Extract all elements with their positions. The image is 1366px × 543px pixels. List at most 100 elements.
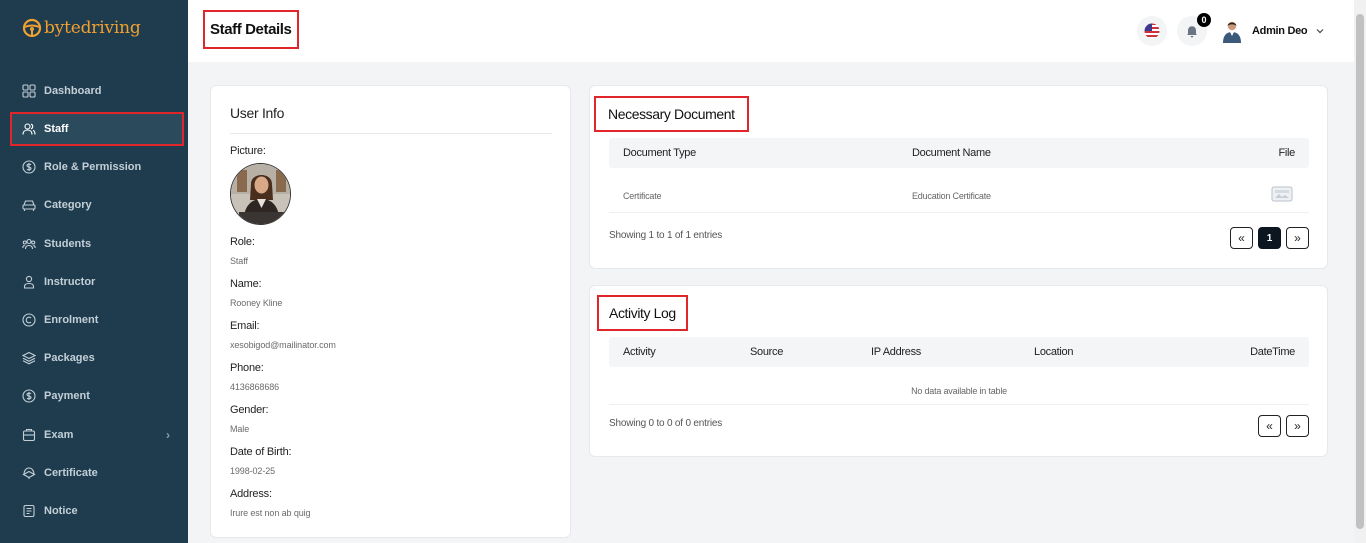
address-value: Irure est non ab quig xyxy=(230,508,311,518)
sidebar-item-label: Packages xyxy=(44,352,95,365)
column-file[interactable]: File xyxy=(1278,138,1295,168)
dob-label: Date of Birth: xyxy=(230,446,292,458)
gender-label: Gender: xyxy=(230,404,269,416)
user-name: Admin Deo xyxy=(1252,25,1308,37)
sidebar-nav: Dashboard Staff Role & Permission Catego… xyxy=(10,72,184,530)
document-type-cell: Certificate xyxy=(623,191,662,201)
sidebar-item-dashboard[interactable]: Dashboard xyxy=(10,72,184,110)
exam-icon xyxy=(22,428,36,441)
bell-icon xyxy=(1187,26,1197,38)
pagination-page-1[interactable]: 1 xyxy=(1258,227,1281,249)
empty-table-message: No data available in table xyxy=(911,386,1007,396)
gender-value: Male xyxy=(230,424,250,434)
certificate-icon xyxy=(22,467,36,479)
name-label: Name: xyxy=(230,278,262,290)
sidebar-item-label: Enrolment xyxy=(44,314,99,327)
name-value: Rooney Kline xyxy=(230,298,283,308)
chevron-right-icon: › xyxy=(166,427,170,442)
phone-label: Phone: xyxy=(230,362,264,374)
notification-count-badge: 0 xyxy=(1197,13,1211,27)
document-image-icon[interactable] xyxy=(1271,186,1293,202)
sidebar-item-enrolment[interactable]: Enrolment xyxy=(10,301,184,339)
document-table-header: Document Type Document Name File xyxy=(609,138,1309,168)
car-icon xyxy=(22,200,36,212)
page-title: Staff Details xyxy=(203,10,299,49)
copyright-icon xyxy=(22,313,36,327)
profile-picture xyxy=(230,163,291,225)
chevron-down-icon xyxy=(1316,29,1324,34)
sidebar-item-label: Instructor xyxy=(44,275,96,288)
activity-entries-info: Showing 0 to 0 of 0 entries xyxy=(609,418,723,429)
sidebar-item-exam[interactable]: Exam › xyxy=(10,416,184,454)
dollar-icon xyxy=(22,160,36,174)
users-icon xyxy=(22,123,36,135)
steering-wheel-icon xyxy=(22,18,42,38)
sidebar-item-payment[interactable]: Payment xyxy=(10,377,184,415)
page-scrollbar[interactable] xyxy=(1354,0,1366,543)
phone-value: 4136868686 xyxy=(230,382,280,392)
sidebar-item-label: Staff xyxy=(44,123,69,136)
column-document-type[interactable]: Document Type xyxy=(623,138,696,168)
language-button[interactable] xyxy=(1137,16,1167,46)
necessary-document-title: Necessary Document xyxy=(594,96,749,132)
necessary-document-card: Necessary Document Document Type Documen… xyxy=(589,85,1328,269)
us-flag-icon xyxy=(1144,23,1160,39)
user-info-card: User Info Picture: Role: Staff Name: Roo… xyxy=(210,85,571,538)
sidebar-item-label: Dashboard xyxy=(44,85,102,98)
dollar-icon xyxy=(22,389,36,403)
column-activity[interactable]: Activity xyxy=(623,337,656,367)
sidebar-item-staff[interactable]: Staff xyxy=(10,112,184,147)
divider xyxy=(230,133,552,134)
sidebar: byte driving Dashboard Staff Role & Permi… xyxy=(0,0,188,543)
sidebar-item-instructor[interactable]: Instructor xyxy=(10,263,184,301)
user-info-title: User Info xyxy=(230,105,285,121)
email-value: xesobigod@mailinator.com xyxy=(230,340,336,350)
sidebar-item-role-permission[interactable]: Role & Permission xyxy=(10,148,184,186)
scrollbar-thumb[interactable] xyxy=(1356,14,1364,529)
pagination-prev-button[interactable]: « xyxy=(1230,227,1253,249)
notice-icon xyxy=(23,504,35,518)
email-label: Email: xyxy=(230,320,260,332)
activity-table-header: Activity Source IP Address Location Date… xyxy=(609,337,1309,367)
notifications-button[interactable]: 0 xyxy=(1177,13,1211,46)
sidebar-item-category[interactable]: Category xyxy=(10,186,184,224)
sidebar-item-label: Category xyxy=(44,199,92,212)
column-ip-address[interactable]: IP Address xyxy=(871,337,921,367)
sidebar-item-notice[interactable]: Notice xyxy=(10,492,184,530)
activity-log-title: Activity Log xyxy=(597,295,688,331)
brand-logo[interactable]: byte driving xyxy=(22,16,141,40)
sidebar-item-label: Certificate xyxy=(44,466,98,479)
pagination-next-button[interactable]: » xyxy=(1286,415,1309,437)
brand-name-part2: driving xyxy=(80,18,141,38)
sidebar-item-students[interactable]: Students xyxy=(10,225,184,263)
role-label: Role: xyxy=(230,236,255,248)
avatar xyxy=(1223,21,1241,43)
profile-photo-image xyxy=(231,164,290,224)
divider xyxy=(609,404,1309,405)
dob-value: 1998-02-25 xyxy=(230,466,276,476)
sidebar-item-label: Exam xyxy=(44,428,74,441)
sidebar-item-packages[interactable]: Packages xyxy=(10,339,184,377)
user-menu[interactable]: Admin Deo xyxy=(1221,19,1325,43)
user-icon xyxy=(23,275,35,289)
sidebar-item-label: Students xyxy=(44,237,92,250)
pagination-next-button[interactable]: » xyxy=(1286,227,1309,249)
grid-icon xyxy=(22,84,36,98)
column-datetime[interactable]: DateTime xyxy=(1250,337,1295,367)
role-value: Staff xyxy=(230,256,248,266)
picture-label: Picture: xyxy=(230,145,266,157)
document-entries-info: Showing 1 to 1 of 1 entries xyxy=(609,230,723,241)
divider xyxy=(609,212,1309,213)
top-header: Staff Details 0 Admin Deo xyxy=(188,0,1354,62)
students-icon xyxy=(22,238,36,249)
column-document-name[interactable]: Document Name xyxy=(912,138,991,168)
activity-log-card: Activity Log Activity Source IP Address … xyxy=(589,285,1328,457)
brand-name-part1: byte xyxy=(44,18,81,38)
document-name-cell: Education Certificate xyxy=(912,191,991,201)
column-source[interactable]: Source xyxy=(750,337,783,367)
pagination-prev-button[interactable]: « xyxy=(1258,415,1281,437)
address-label: Address: xyxy=(230,488,272,500)
sidebar-item-certificate[interactable]: Certificate xyxy=(10,454,184,492)
sidebar-item-label: Role & Permission xyxy=(44,161,142,174)
column-location[interactable]: Location xyxy=(1034,337,1074,367)
